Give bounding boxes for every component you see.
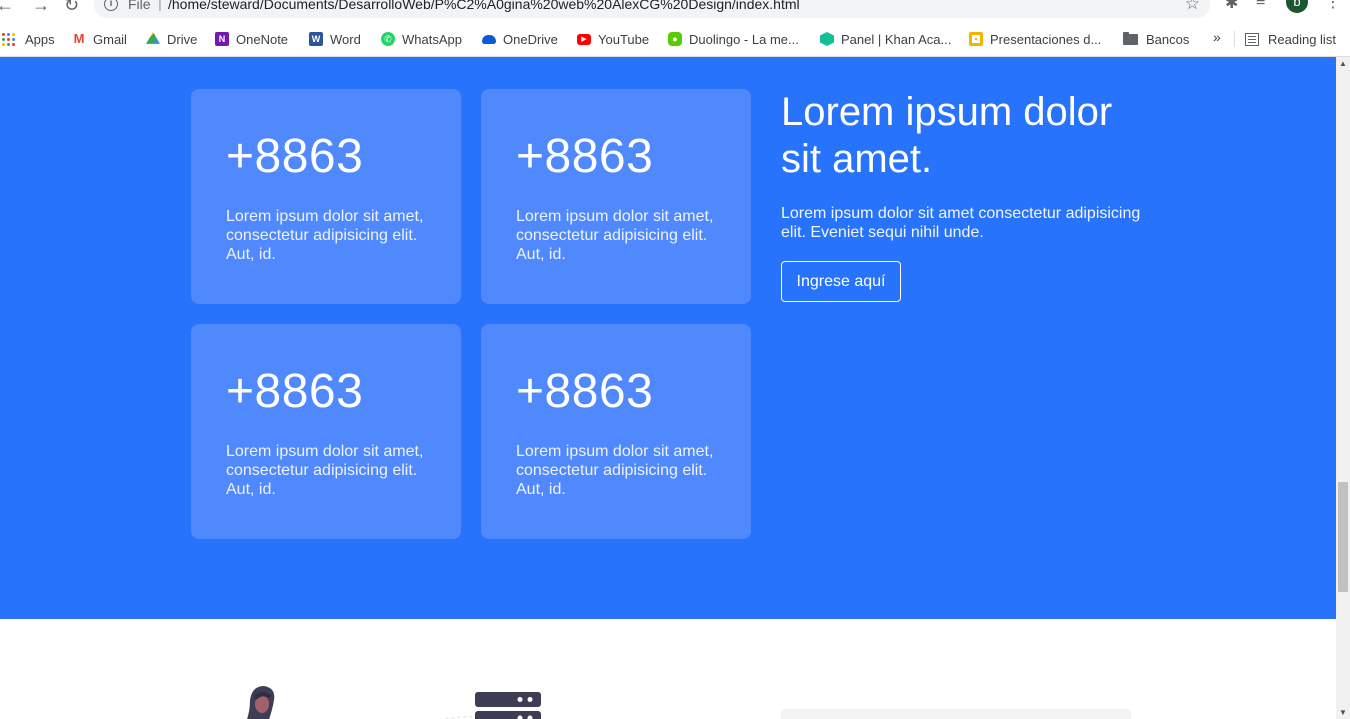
onedrive-icon bbox=[482, 34, 496, 44]
stat-description: Lorem ipsum dolor sit amet, consectetur … bbox=[226, 443, 424, 498]
stat-number: +8863 bbox=[516, 365, 654, 418]
media-queue-icon[interactable]: ≡ bbox=[1256, 0, 1265, 11]
scrollbar-thumb[interactable] bbox=[1338, 482, 1348, 592]
section-title: Lorem ipsum dolor sit amet. bbox=[781, 90, 1113, 181]
address-scheme: File bbox=[128, 0, 151, 12]
forward-arrow-icon[interactable]: → bbox=[32, 0, 50, 14]
slides-icon bbox=[969, 32, 983, 46]
bookmark-slides[interactable]: Presentaciones d... bbox=[969, 28, 1101, 50]
bookmark-youtube[interactable]: ▶ YouTube bbox=[577, 28, 649, 50]
bookmark-label: Drive bbox=[167, 31, 198, 47]
address-separator: | bbox=[158, 0, 162, 12]
scroll-down-arrow-icon[interactable]: ▼ bbox=[1339, 708, 1347, 717]
stat-number: +8863 bbox=[226, 130, 364, 183]
stat-description: Lorem ipsum dolor sit amet, consectetur … bbox=[516, 208, 714, 263]
bookmark-bancos[interactable]: Bancos bbox=[1123, 28, 1189, 50]
scroll-up-arrow-icon[interactable]: ▲ bbox=[1339, 59, 1347, 68]
khan-academy-icon bbox=[820, 32, 834, 46]
reading-list-icon bbox=[1245, 32, 1259, 46]
stat-number: +8863 bbox=[226, 365, 364, 418]
gmail-icon: M bbox=[72, 31, 86, 46]
bookmark-label: OneDrive bbox=[503, 31, 558, 47]
folder-icon bbox=[1123, 31, 1138, 45]
address-url[interactable]: /home/steward/Documents/DesarrolloWeb/P%… bbox=[168, 0, 800, 12]
bookmark-label: OneNote bbox=[236, 31, 289, 47]
onenote-icon: N bbox=[215, 32, 229, 46]
stat-card: +8863 Lorem ipsum dolor sit amet, consec… bbox=[481, 89, 751, 304]
bookmark-label: Bancos bbox=[1146, 31, 1190, 47]
drive-icon bbox=[146, 32, 160, 44]
info-icon[interactable]: i bbox=[104, 0, 118, 11]
bookmark-duolingo[interactable]: ● Duolingo - La me... bbox=[668, 28, 799, 50]
bookmark-word[interactable]: W Word bbox=[309, 28, 361, 50]
reading-list-label: Reading list bbox=[1268, 31, 1336, 47]
enter-button[interactable]: Ingrese aquí bbox=[781, 261, 901, 302]
page-viewport: +8863 Lorem ipsum dolor sit amet, consec… bbox=[0, 57, 1336, 719]
stat-number: +8863 bbox=[516, 130, 654, 183]
stat-description: Lorem ipsum dolor sit amet, consectetur … bbox=[226, 208, 424, 263]
reload-icon[interactable]: ↻ bbox=[64, 0, 79, 14]
whatsapp-icon: ✆ bbox=[381, 32, 395, 46]
bookmark-label: WhatsApp bbox=[402, 31, 462, 47]
bookmark-label: Panel | Khan Aca... bbox=[841, 31, 952, 47]
bookmark-apps[interactable]: Apps bbox=[2, 28, 55, 50]
stat-card: +8863 Lorem ipsum dolor sit amet, consec… bbox=[191, 324, 461, 539]
server-illustration bbox=[438, 692, 542, 719]
bookmarks-overflow-button[interactable]: » bbox=[1213, 29, 1221, 45]
bookmarks-bar: Apps M Gmail Drive N OneNote W Word ✆ Wh… bbox=[0, 28, 1350, 50]
browser-toolbar: ← → ↻ i File | /home/steward/Documents/D… bbox=[0, 0, 1350, 20]
bookmarks-divider bbox=[1234, 31, 1235, 47]
bookmark-label: Word bbox=[330, 31, 361, 47]
bookmark-star-icon[interactable]: ☆ bbox=[1185, 0, 1200, 14]
bookmark-onenote[interactable]: N OneNote bbox=[215, 28, 288, 50]
stat-description: Lorem ipsum dolor sit amet, consectetur … bbox=[516, 443, 714, 498]
stat-card: +8863 Lorem ipsum dolor sit amet, consec… bbox=[191, 89, 461, 304]
bookmark-whatsapp[interactable]: ✆ WhatsApp bbox=[381, 28, 462, 50]
profile-avatar[interactable]: b bbox=[1286, 0, 1308, 13]
word-icon: W bbox=[309, 32, 323, 46]
apps-grid-icon bbox=[2, 32, 15, 46]
bookmark-label: Duolingo - La me... bbox=[689, 31, 799, 47]
stat-card: +8863 Lorem ipsum dolor sit amet, consec… bbox=[481, 324, 751, 539]
youtube-icon: ▶ bbox=[577, 33, 591, 45]
bookmark-label: Gmail bbox=[93, 31, 127, 47]
content-panel bbox=[781, 709, 1131, 719]
bookmark-khan-academy[interactable]: Panel | Khan Aca... bbox=[820, 28, 951, 50]
bookmark-gmail[interactable]: M Gmail bbox=[72, 28, 127, 50]
back-arrow-icon[interactable]: ← bbox=[0, 0, 14, 14]
bookmark-drive[interactable]: Drive bbox=[146, 28, 197, 50]
reading-list-button[interactable]: Reading list bbox=[1245, 28, 1336, 50]
extensions-icon[interactable]: ✱ bbox=[1225, 0, 1238, 13]
browser-chrome: ← → ↻ i File | /home/steward/Documents/D… bbox=[0, 0, 1350, 57]
address-bar[interactable]: i File | /home/steward/Documents/Desarro… bbox=[94, 0, 1210, 18]
stats-section: +8863 Lorem ipsum dolor sit amet, consec… bbox=[0, 57, 1336, 619]
bookmark-label: YouTube bbox=[598, 31, 650, 47]
bookmark-onedrive[interactable]: OneDrive bbox=[482, 28, 558, 50]
bookmark-label: Apps bbox=[25, 31, 55, 47]
bookmark-label: Presentaciones d... bbox=[990, 31, 1102, 47]
page-scrollbar[interactable]: ▲ ▼ bbox=[1336, 57, 1350, 719]
duolingo-icon: ● bbox=[668, 32, 682, 46]
menu-kebab-icon[interactable]: ⋮ bbox=[1325, 0, 1341, 12]
person-illustration bbox=[247, 686, 275, 719]
section-description: Lorem ipsum dolor sit amet consectetur a… bbox=[781, 205, 1141, 241]
